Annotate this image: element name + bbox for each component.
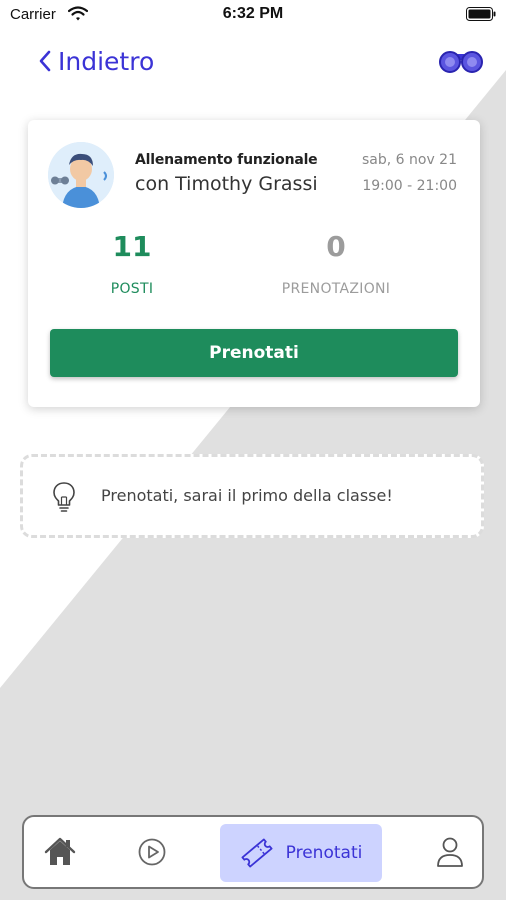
tab-profile[interactable] [422, 817, 478, 887]
instructor-avatar [48, 142, 114, 208]
bookings-count: 0 [326, 230, 346, 263]
tab-bar: Prenotati [22, 815, 484, 889]
back-button[interactable]: Indietro [38, 44, 154, 78]
status-time: 6:32 PM [222, 5, 284, 22]
class-title: Allenamento funzionale [135, 152, 318, 168]
user-icon [437, 837, 463, 867]
home-icon [44, 837, 76, 865]
battery-icon [466, 7, 496, 21]
ticket-icon [241, 838, 273, 868]
back-label: Indietro [58, 46, 155, 76]
class-date: sab, 6 nov 21 [361, 152, 457, 168]
tab-home[interactable] [32, 817, 88, 887]
status-bar: Carrier 6:32 PM [0, 0, 506, 30]
tab-video[interactable] [124, 817, 180, 887]
class-card: Allenamento funzionale con Timothy Grass… [28, 120, 480, 407]
bookings-label: PRENOTAZIONI [281, 281, 391, 297]
tab-bookings[interactable]: Prenotati [220, 824, 382, 882]
spots-label: POSTI [110, 281, 154, 297]
lightbulb-icon [53, 482, 75, 512]
binoculars-icon[interactable] [438, 48, 484, 74]
spots-count: 11 [112, 230, 152, 263]
play-icon [138, 838, 166, 866]
instructor-illustration [48, 142, 114, 208]
chevron-left-icon [39, 50, 51, 72]
class-time: 19:00 - 21:00 [362, 178, 457, 194]
book-button[interactable]: Prenotati [50, 329, 458, 377]
tip-box: Prenotati, sarai il primo della classe! [20, 454, 484, 538]
tab-bookings-label: Prenotati [285, 843, 363, 863]
tip-text: Prenotati, sarai il primo della classe! [101, 486, 393, 505]
instructor-name: con Timothy Grassi [135, 173, 318, 195]
